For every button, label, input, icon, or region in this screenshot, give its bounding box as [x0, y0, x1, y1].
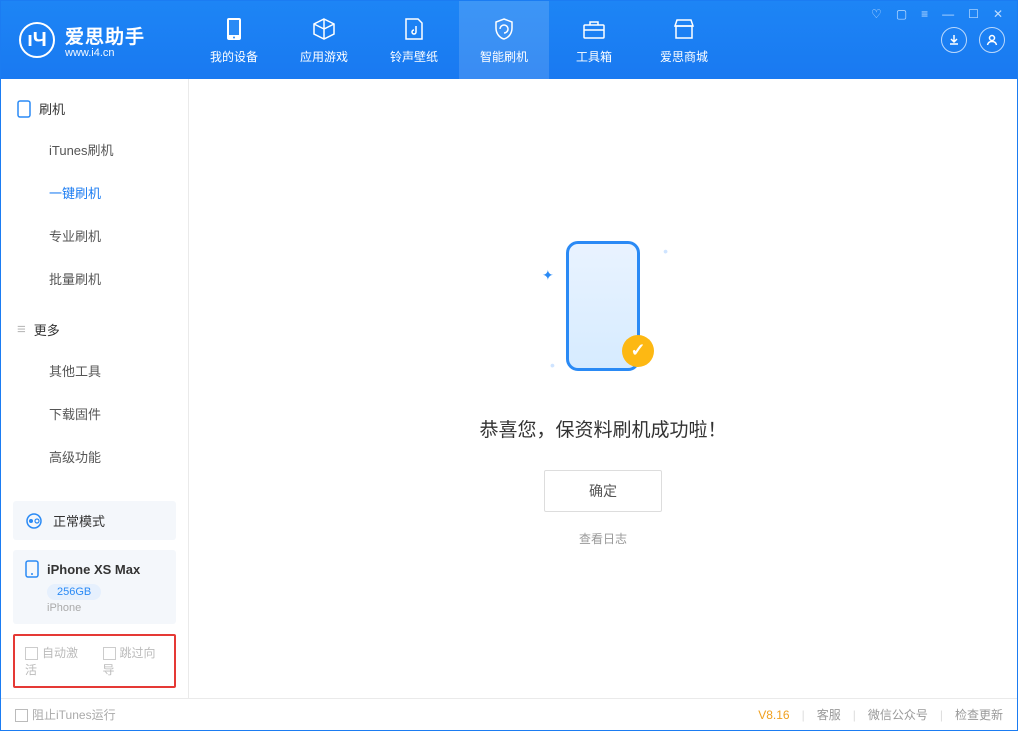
- view-log-link[interactable]: 查看日志: [579, 530, 627, 547]
- link-support[interactable]: 客服: [817, 706, 841, 723]
- tab-my-device[interactable]: 我的设备: [189, 1, 279, 79]
- store-icon: [671, 16, 697, 42]
- window-controls: ♡ ▢ ≡ — ☐ ✕: [871, 7, 1003, 21]
- tab-smart-flash[interactable]: 智能刷机: [459, 1, 549, 79]
- mode-label: 正常模式: [53, 511, 105, 530]
- tab-label: 智能刷机: [480, 48, 528, 65]
- check-badge-icon: ✓: [622, 335, 654, 367]
- sidebar: 刷机 iTunes刷机 一键刷机 专业刷机 批量刷机 ≡ 更多 其他工具 下载固…: [1, 79, 189, 698]
- tab-label: 爱思商城: [660, 48, 708, 65]
- sidebar-item-download-firmware[interactable]: 下载固件: [1, 392, 188, 435]
- checkbox-skip-guide[interactable]: 跳过向导: [103, 644, 165, 678]
- main-content: ✦ • • ✓ 恭喜您，保资料刷机成功啦！ 确定 查看日志: [189, 79, 1017, 698]
- link-check-update[interactable]: 检查更新: [955, 706, 1003, 723]
- checkbox-block-itunes[interactable]: 阻止iTunes运行: [15, 706, 116, 723]
- sidebar-item-itunes-flash[interactable]: iTunes刷机: [1, 128, 188, 171]
- app-name: 爱思助手: [65, 22, 145, 49]
- tab-store[interactable]: 爱思商城: [639, 1, 729, 79]
- shield-refresh-icon: [491, 16, 517, 42]
- device-icon: [17, 100, 31, 118]
- sidebar-section-flash[interactable]: 刷机: [1, 89, 188, 128]
- cube-icon: [311, 16, 337, 42]
- sidebar-section-more[interactable]: ≡ 更多: [1, 310, 188, 349]
- success-illustration: ✦ • • ✓: [538, 231, 668, 391]
- tab-label: 铃声壁纸: [390, 48, 438, 65]
- tab-label: 工具箱: [576, 48, 612, 65]
- success-message: 恭喜您，保资料刷机成功啦！: [479, 415, 726, 442]
- app-logo[interactable]: ıЧ 爱思助手 www.i4.cn: [19, 22, 189, 59]
- win-skin-icon[interactable]: ▢: [896, 7, 907, 21]
- phone-icon: [221, 16, 247, 42]
- minimize-button[interactable]: —: [942, 7, 954, 21]
- device-capacity: 256GB: [47, 584, 101, 600]
- tab-label: 应用游戏: [300, 48, 348, 65]
- app-url: www.i4.cn: [65, 47, 145, 59]
- device-mode-box[interactable]: 正常模式: [13, 501, 176, 540]
- mode-icon: [25, 512, 43, 530]
- link-wechat[interactable]: 微信公众号: [868, 706, 928, 723]
- version-label: V8.16: [758, 708, 789, 722]
- titlebar: ıЧ 爱思助手 www.i4.cn 我的设备 应用游戏 铃声壁纸 智能刷机: [1, 1, 1017, 79]
- close-button[interactable]: ✕: [993, 7, 1003, 21]
- music-file-icon: [401, 16, 427, 42]
- main-tabs: 我的设备 应用游戏 铃声壁纸 智能刷机 工具箱 爱思商城: [189, 1, 729, 79]
- list-icon: ≡: [17, 321, 26, 338]
- phone-small-icon: [25, 560, 39, 578]
- logo-icon: ıЧ: [19, 22, 55, 58]
- toolbox-icon: [581, 16, 607, 42]
- sidebar-item-batch-flash[interactable]: 批量刷机: [1, 257, 188, 300]
- win-menu-icon[interactable]: ≡: [921, 7, 928, 21]
- ok-button[interactable]: 确定: [544, 470, 662, 512]
- tab-label: 我的设备: [210, 48, 258, 65]
- section-title: 刷机: [39, 99, 65, 118]
- tab-apps-games[interactable]: 应用游戏: [279, 1, 369, 79]
- win-feedback-icon[interactable]: ♡: [871, 7, 882, 21]
- tab-toolbox[interactable]: 工具箱: [549, 1, 639, 79]
- tab-ringtone-wallpaper[interactable]: 铃声壁纸: [369, 1, 459, 79]
- checkbox-auto-activate[interactable]: 自动激活: [25, 644, 87, 678]
- maximize-button[interactable]: ☐: [968, 7, 979, 21]
- user-button[interactable]: [979, 27, 1005, 53]
- download-button[interactable]: [941, 27, 967, 53]
- sidebar-item-advanced[interactable]: 高级功能: [1, 435, 188, 478]
- device-info-box[interactable]: iPhone XS Max 256GB iPhone: [13, 550, 176, 624]
- statusbar: 阻止iTunes运行 V8.16 | 客服 | 微信公众号 | 检查更新: [1, 698, 1017, 730]
- section-title: 更多: [34, 320, 60, 339]
- sidebar-item-other-tools[interactable]: 其他工具: [1, 349, 188, 392]
- sidebar-item-oneclick-flash[interactable]: 一键刷机: [1, 171, 188, 214]
- sidebar-item-pro-flash[interactable]: 专业刷机: [1, 214, 188, 257]
- options-highlight-box: 自动激活 跳过向导: [13, 634, 176, 688]
- device-type: iPhone: [47, 602, 164, 614]
- device-name: iPhone XS Max: [47, 562, 140, 577]
